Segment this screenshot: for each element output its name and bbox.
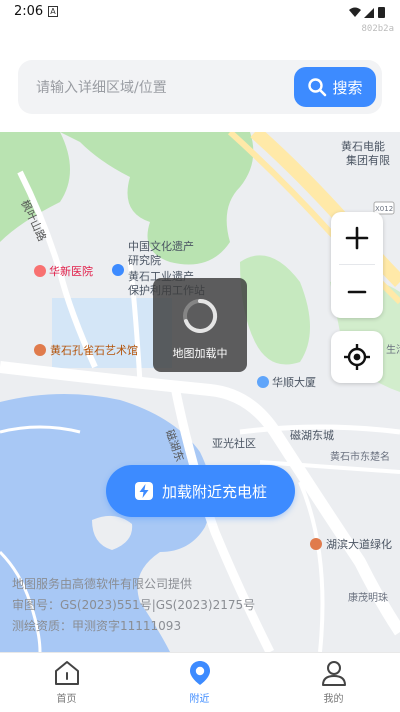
user-icon	[321, 661, 346, 686]
park-icon[interactable]	[310, 538, 322, 550]
loading-spinner-icon	[183, 298, 218, 333]
home-icon	[54, 661, 79, 685]
map-label-culture1: 中国文化遗产	[128, 240, 194, 253]
search-button-label: 搜索	[332, 78, 363, 97]
map-label-east-sea: 黄石市东楚名	[330, 452, 390, 463]
load-nearby-chargers-button[interactable]: 加载附近充电桩	[106, 465, 295, 517]
building-icon[interactable]	[257, 376, 269, 388]
lightning-icon	[134, 482, 153, 500]
status-bar: 2:06 A 802b2a	[0, 0, 400, 34]
map-label-community: 亚光社区	[212, 437, 256, 450]
nav-label-home: 首页	[56, 694, 77, 705]
attribution-provider: 地图服务由高德软件有限公司提供	[12, 577, 193, 591]
zoom-divider	[339, 264, 375, 265]
crosshair-icon	[344, 344, 370, 370]
search-input[interactable]: 请输入详细区域/位置	[36, 77, 167, 97]
minus-icon	[347, 290, 367, 294]
plus-icon	[345, 226, 369, 250]
museum-icon[interactable]	[34, 344, 46, 356]
notification-icon: A	[48, 6, 58, 17]
map-attribution: 地图服务由高德软件有限公司提供 审图号：GS(2023)551号|GS(2023…	[12, 574, 255, 637]
load-nearby-chargers-label: 加载附近充电桩	[161, 482, 267, 501]
map-label-building: 华顺大厦	[272, 376, 316, 389]
map-label-lake-city: 磁湖东城	[290, 429, 334, 442]
zoom-out-button[interactable]	[331, 266, 383, 318]
cell-signal-icon	[364, 8, 374, 18]
build-tag: 802b2a	[361, 24, 394, 34]
locate-button[interactable]	[331, 331, 383, 383]
nav-item-nearby[interactable]: 附近	[133, 653, 266, 712]
loading-text: 地图加载中	[172, 347, 228, 360]
zoom-control	[331, 212, 383, 318]
map-label-culture2: 研究院	[128, 254, 161, 267]
map-label-avenue: 湖滨大道绿化	[326, 538, 392, 551]
status-time: 2:06	[14, 4, 44, 19]
map-label-company: 黄石电能	[341, 140, 385, 153]
map-label-partial: 生活	[386, 345, 400, 356]
wifi-icon	[349, 7, 361, 17]
nav-label-nearby: 附近	[189, 694, 210, 705]
hospital-icon[interactable]	[34, 265, 46, 277]
bottom-nav: 首页 附近 我的	[0, 652, 400, 712]
attribution-qualification: 测绘资质：甲测资字11111093	[12, 619, 182, 633]
map-loading-overlay: 地图加载中	[153, 278, 247, 372]
battery-icon	[378, 7, 385, 18]
map-label-hospital: 华新医院	[49, 265, 93, 278]
nav-item-home[interactable]: 首页	[0, 653, 133, 712]
attribution-approval: 审图号：GS(2023)551号|GS(2023)2175号	[12, 598, 256, 612]
map-label-kang: 康茂明珠	[348, 593, 388, 604]
poi-pin-icon[interactable]	[112, 264, 124, 276]
map-label-art: 黄石孔雀石艺术馆	[50, 344, 138, 357]
location-pin-icon	[189, 661, 210, 685]
zoom-in-button[interactable]	[331, 212, 383, 264]
search-button[interactable]: 搜索	[294, 67, 376, 107]
search-bar[interactable]: 请输入详细区域/位置 搜索	[18, 60, 382, 114]
map-label-company2: 集团有限	[346, 154, 390, 167]
signal-battery-icons	[349, 7, 385, 18]
search-icon	[308, 78, 327, 97]
nav-label-profile: 我的	[323, 694, 344, 705]
nav-item-profile[interactable]: 我的	[267, 653, 400, 712]
